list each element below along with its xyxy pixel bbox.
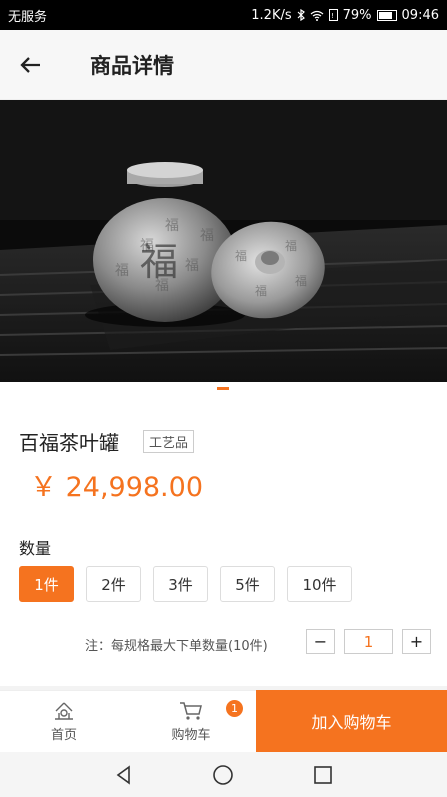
svg-text:福: 福 [285,238,297,253]
shopping-cart-icon [180,702,202,720]
product-image[interactable]: 福福福 福福福 福 福福福福 [0,100,447,382]
cart-tab-label: 购物车 [171,728,211,743]
svg-text:福: 福 [255,283,267,298]
battery-icon [376,9,397,21]
nav-header: 商品详情 [0,30,447,100]
svg-text:福: 福 [295,273,307,288]
cart-tab[interactable]: 购物车 [155,691,227,753]
quantity-decrement-button[interactable]: − [306,629,335,654]
quantity-option-10[interactable]: 10件 [287,566,352,602]
system-navigation-bar [0,752,447,797]
svg-text:福: 福 [235,248,247,263]
home-tab[interactable]: 首页 [28,691,100,753]
arrow-left-icon [20,56,40,73]
quantity-increment-button[interactable]: + [402,629,431,654]
svg-text:福: 福 [115,263,129,279]
svg-text:福: 福 [165,218,179,234]
quantity-note: 注：每规格最大下单数量(10件) [85,639,268,654]
cart-count-badge: 1 [226,700,243,717]
clock: 09:46 [401,7,439,23]
svg-text:福: 福 [185,258,199,274]
quantity-stepper-input[interactable]: 1 [344,629,393,654]
svg-text:福: 福 [140,240,178,284]
home-tab-label: 首页 [50,728,77,743]
recents-square-icon[interactable] [313,765,333,785]
bluetooth-icon [297,9,305,21]
home-icon [55,702,73,720]
network-speed: 1.2K/s [251,7,292,23]
home-circle-icon[interactable] [212,764,234,786]
quantity-option-1[interactable]: 1件 [19,566,74,602]
battery-percent: 79% [342,7,372,23]
quantity-option-3[interactable]: 3件 [153,566,208,602]
back-triangle-icon[interactable] [113,764,135,786]
product-tag: 工艺品 [143,430,195,453]
wifi-icon [310,10,324,21]
page-title: 商品详情 [90,53,174,78]
add-to-cart-button[interactable]: 加入购物车 [256,690,447,752]
svg-text:!: ! [331,12,334,20]
status-bar: 无服务 1.2K/s ! 79% 09:46 [0,0,447,30]
quantity-option-5[interactable]: 5件 [220,566,275,602]
carrier-text: 无服务 [8,9,48,25]
pewter-tea-caddy-image: 福福福 福福福 福 福福福福 [0,100,447,382]
product-price: ￥ 24,998.00 [30,472,203,503]
gallery-dot-active[interactable] [217,387,229,390]
svg-text:福: 福 [200,228,214,244]
back-button[interactable] [0,30,60,100]
gallery-indicator [0,382,447,396]
quantity-option-2[interactable]: 2件 [86,566,141,602]
quantity-label: 数量 [19,539,52,558]
sim-icon: ! [328,9,338,21]
product-name: 百福茶叶罐 [19,431,119,455]
